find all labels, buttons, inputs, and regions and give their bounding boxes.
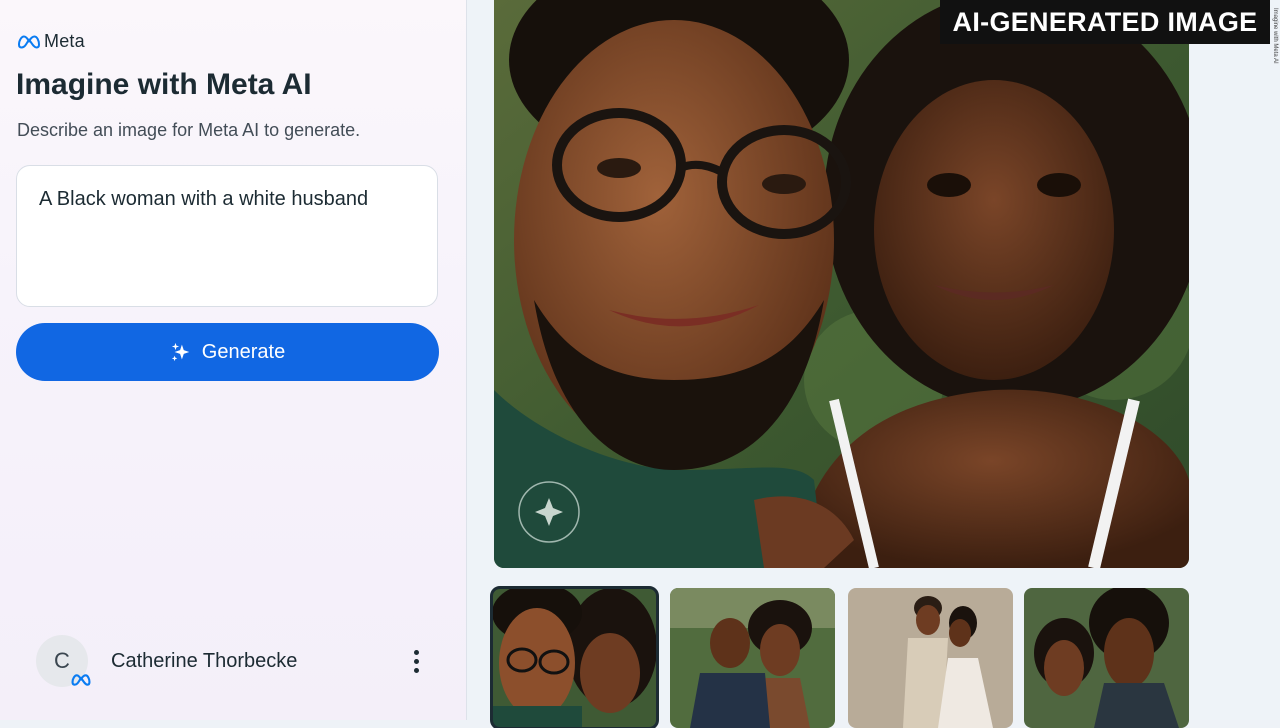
meta-logo-icon [18,35,40,48]
generated-image-main[interactable] [494,0,1189,568]
page-title: Imagine with Meta AI [16,68,312,101]
thumbnail-1[interactable] [490,586,659,728]
user-profile-row[interactable]: C Catherine Thorbecke [36,634,426,688]
avatar-initial: C [54,648,70,673]
generate-label: Generate [201,340,286,363]
avatar[interactable]: C [36,635,91,687]
sidebar: Meta Imagine with Meta AI Describe an im… [0,0,466,720]
brand[interactable]: Meta [16,31,85,52]
ai-generated-label: AI-GENERATED IMAGE [940,0,1270,44]
sparkle-icon [171,342,190,362]
brand-name: Meta [44,31,85,51]
meta-badge-icon [71,674,91,686]
page-subtitle: Describe an image for Meta AI to generat… [17,120,361,140]
image-credit: Imagine with Meta AI [1272,8,1278,64]
thumbnail-3[interactable] [848,588,1013,728]
thumbnail-4[interactable] [1024,588,1189,728]
thumbnail-2[interactable] [670,588,835,728]
kebab-menu-icon[interactable] [406,647,426,675]
generate-button[interactable]: Generate [16,323,439,381]
prompt-input[interactable]: A Black woman with a white husband [16,165,438,307]
user-name: Catherine Thorbecke [111,649,298,672]
